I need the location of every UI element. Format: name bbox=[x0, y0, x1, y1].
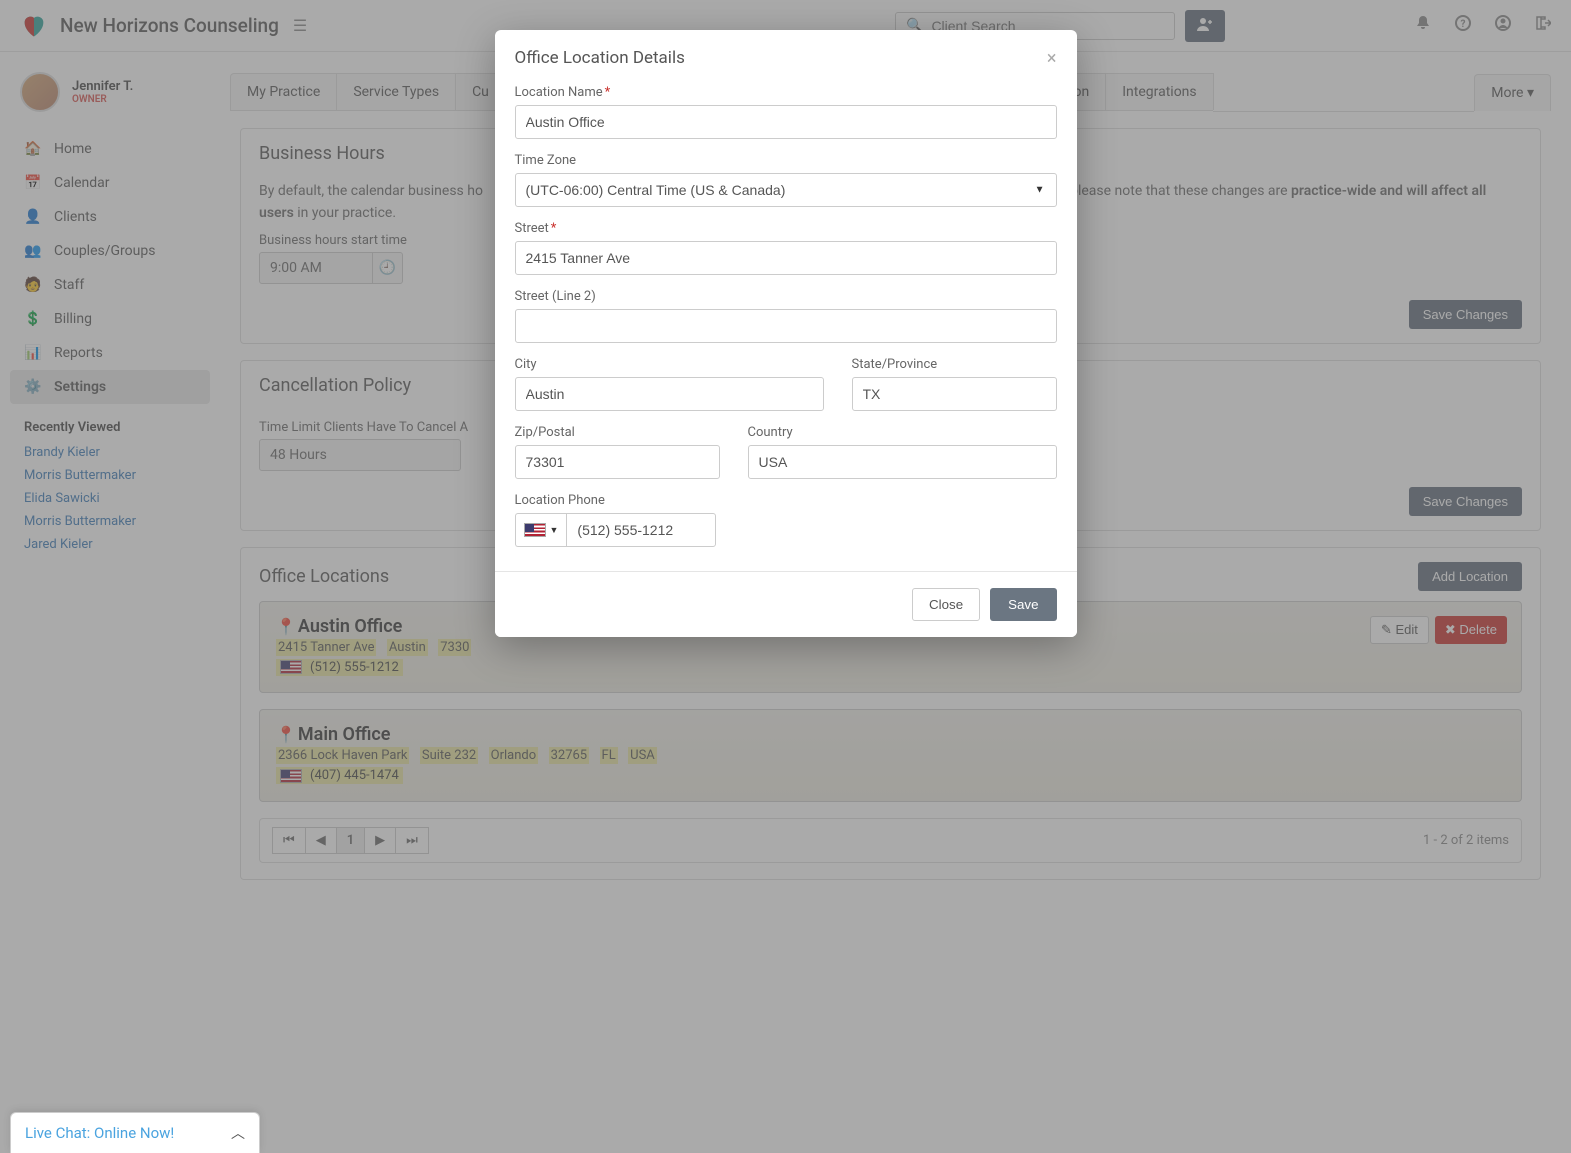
modal-close-button[interactable]: Close bbox=[912, 588, 980, 621]
caret-down-icon: ▼ bbox=[1035, 185, 1045, 196]
modal-title: Office Location Details bbox=[515, 48, 685, 69]
office-location-modal: Office Location Details × Location Name*… bbox=[495, 30, 1077, 637]
modal-backdrop: Office Location Details × Location Name*… bbox=[0, 0, 1571, 1153]
city-input[interactable] bbox=[515, 377, 824, 411]
location-name-input[interactable] bbox=[515, 105, 1057, 139]
live-chat-widget[interactable]: Live Chat: Online Now! ︿ bbox=[10, 1112, 260, 1153]
country-input[interactable] bbox=[748, 445, 1057, 479]
timezone-value[interactable] bbox=[515, 173, 1057, 207]
zip-input[interactable] bbox=[515, 445, 720, 479]
zip-label: Zip/Postal bbox=[515, 425, 720, 440]
street-label: Street* bbox=[515, 221, 1057, 236]
phone-input[interactable] bbox=[566, 513, 716, 547]
modal-save-button[interactable]: Save bbox=[990, 588, 1056, 621]
location-name-label: Location Name* bbox=[515, 85, 1057, 100]
phone-country-picker[interactable]: ▼ bbox=[515, 513, 567, 547]
chevron-up-icon[interactable]: ︿ bbox=[231, 1123, 245, 1143]
street-input[interactable] bbox=[515, 241, 1057, 275]
state-label: State/Province bbox=[852, 357, 1057, 372]
timezone-label: Time Zone bbox=[515, 153, 1057, 168]
caret-down-icon: ▼ bbox=[550, 525, 559, 536]
live-chat-label: Live Chat: Online Now! bbox=[25, 1124, 174, 1142]
state-input[interactable] bbox=[852, 377, 1057, 411]
country-label: Country bbox=[748, 425, 1057, 440]
city-label: City bbox=[515, 357, 824, 372]
us-flag-icon bbox=[524, 523, 546, 537]
street2-input[interactable] bbox=[515, 309, 1057, 343]
close-icon[interactable]: × bbox=[1047, 48, 1057, 69]
street2-label: Street (Line 2) bbox=[515, 289, 1057, 304]
phone-label: Location Phone bbox=[515, 493, 1057, 508]
timezone-select[interactable]: ▼ bbox=[515, 173, 1057, 207]
